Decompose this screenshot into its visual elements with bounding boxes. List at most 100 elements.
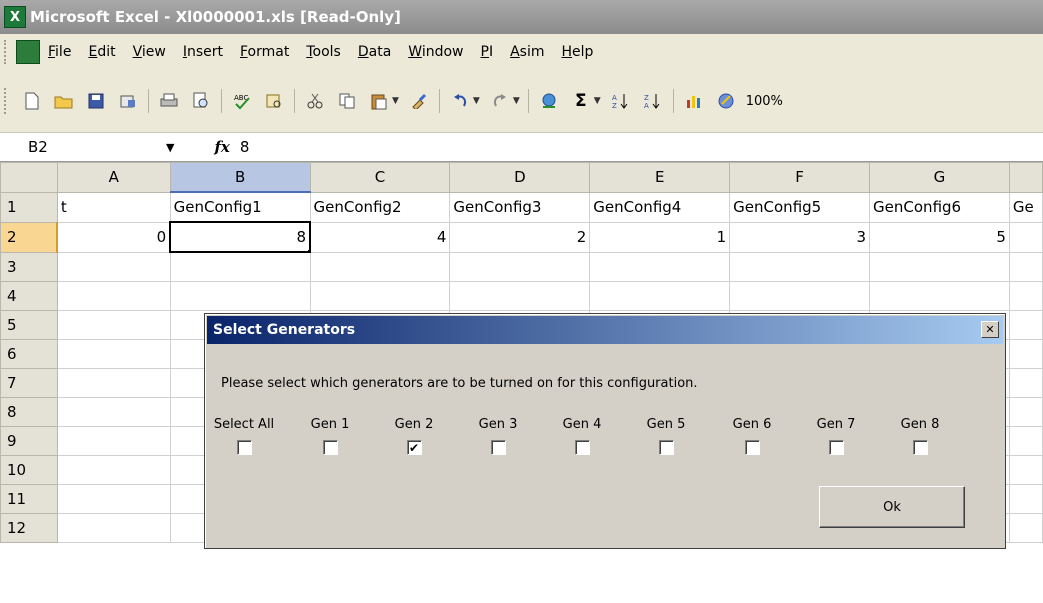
select-all-checkbox[interactable] (236, 440, 252, 455)
cell-c2[interactable]: 4 (309, 221, 451, 253)
menu-view[interactable]: View (133, 44, 166, 60)
spelling-icon[interactable]: ABC (231, 90, 253, 112)
paste-icon[interactable] (368, 90, 390, 112)
print-icon[interactable] (158, 90, 180, 112)
sort-descending-icon[interactable]: ZA (642, 90, 664, 112)
undo-icon[interactable] (449, 90, 471, 112)
row-header[interactable]: 1 (0, 191, 58, 223)
menu-data[interactable]: Data (358, 44, 391, 60)
gen-5-checkbox[interactable] (658, 440, 674, 455)
drawing-icon[interactable] (715, 90, 737, 112)
insert-function-icon[interactable]: fx (214, 138, 229, 156)
cell[interactable] (1008, 339, 1043, 369)
menu-asim[interactable]: Asim (510, 44, 544, 60)
row-header[interactable]: 5 (0, 310, 58, 340)
cell[interactable] (869, 251, 1010, 282)
autosum-dropdown-icon[interactable]: ▼ (594, 96, 601, 106)
gen-7-checkbox[interactable] (828, 440, 844, 455)
zoom-level[interactable]: 100% (746, 94, 783, 109)
cell[interactable] (169, 251, 311, 282)
menu-edit[interactable]: Edit (88, 44, 115, 60)
ok-button[interactable]: Ok (819, 486, 965, 528)
cell-e1[interactable]: GenConfig4 (589, 191, 731, 223)
column-header-d[interactable]: D (449, 162, 591, 193)
cell[interactable] (1008, 455, 1043, 485)
menu-window[interactable]: Window (408, 44, 463, 60)
row-header[interactable]: 11 (0, 484, 58, 514)
gen-2-checkbox[interactable]: ✔ (406, 440, 422, 455)
workbook-icon[interactable] (16, 40, 40, 64)
cell[interactable] (449, 251, 591, 282)
name-box-dropdown-icon[interactable]: ▼ (166, 141, 174, 154)
hyperlink-icon[interactable] (538, 90, 560, 112)
menu-help[interactable]: Help (562, 44, 594, 60)
cell[interactable] (589, 281, 731, 311)
close-icon[interactable]: ✕ (981, 321, 999, 338)
toolbar-grip[interactable] (4, 88, 10, 114)
redo-icon[interactable] (489, 90, 511, 112)
name-box[interactable]: B2 (28, 135, 146, 159)
cell[interactable] (56, 368, 171, 398)
cell-e2[interactable]: 1 (589, 221, 731, 253)
cell[interactable] (309, 251, 451, 282)
gen-1-checkbox[interactable] (322, 440, 338, 455)
cell[interactable] (729, 251, 871, 282)
cell[interactable] (1008, 310, 1043, 340)
permission-icon[interactable] (117, 90, 139, 112)
autosum-icon[interactable]: Σ (570, 90, 592, 112)
cell[interactable] (309, 281, 451, 311)
row-header[interactable]: 12 (0, 513, 58, 543)
open-folder-icon[interactable] (53, 90, 75, 112)
column-header-b[interactable]: B (169, 162, 311, 193)
cell[interactable] (869, 281, 1010, 311)
save-icon[interactable] (85, 90, 107, 112)
redo-dropdown-icon[interactable]: ▼ (513, 96, 520, 106)
new-document-icon[interactable] (21, 90, 43, 112)
cell-f1[interactable]: GenConfig5 (729, 191, 871, 223)
cell-d1[interactable]: GenConfig3 (449, 191, 591, 223)
menu-insert[interactable]: Insert (183, 44, 223, 60)
column-header-a[interactable]: A (56, 162, 171, 193)
cell[interactable] (729, 281, 871, 311)
cell-c1[interactable]: GenConfig2 (309, 191, 451, 223)
cell[interactable] (589, 251, 731, 282)
menu-format[interactable]: Format (240, 44, 289, 60)
row-header[interactable]: 4 (0, 281, 58, 311)
cell[interactable] (56, 251, 171, 282)
cell-h1[interactable]: Ge (1008, 191, 1043, 223)
column-header-c[interactable]: C (309, 162, 451, 193)
cell[interactable] (56, 426, 171, 456)
select-all-corner[interactable] (0, 162, 58, 193)
print-preview-icon[interactable] (190, 90, 212, 112)
cell[interactable] (449, 281, 591, 311)
cell[interactable] (1008, 426, 1043, 456)
gen-6-checkbox[interactable] (744, 440, 760, 455)
row-header[interactable]: 2 (0, 221, 59, 253)
cell[interactable] (1008, 484, 1043, 514)
row-header[interactable]: 3 (0, 251, 58, 282)
cell[interactable] (56, 513, 171, 543)
gen-3-checkbox[interactable] (490, 440, 506, 455)
menu-pi[interactable]: PI (481, 44, 494, 60)
undo-dropdown-icon[interactable]: ▼ (473, 96, 480, 106)
cell-g2[interactable]: 5 (869, 221, 1010, 253)
menu-file[interactable]: File (48, 44, 71, 60)
dialog-title-bar[interactable]: Select Generators ✕ (207, 316, 1003, 344)
cell[interactable] (56, 339, 171, 369)
cell-f2[interactable]: 3 (729, 221, 871, 253)
formula-input[interactable]: 8 (240, 138, 250, 156)
gen-4-checkbox[interactable] (574, 440, 590, 455)
cell-a2[interactable]: 0 (56, 221, 171, 253)
cell[interactable] (1008, 397, 1043, 427)
toolbar-grip[interactable] (4, 40, 10, 64)
column-header-f[interactable]: F (729, 162, 871, 193)
research-icon[interactable] (263, 90, 285, 112)
cell[interactable] (1008, 368, 1043, 398)
cell-g1[interactable]: GenConfig6 (869, 191, 1010, 223)
cell[interactable] (1008, 251, 1043, 282)
row-header[interactable]: 8 (0, 397, 58, 427)
cell[interactable] (1008, 281, 1043, 311)
cell-b1[interactable]: GenConfig1 (169, 191, 311, 223)
gen-8-checkbox[interactable] (912, 440, 928, 455)
cell-a1[interactable]: t (56, 191, 171, 223)
